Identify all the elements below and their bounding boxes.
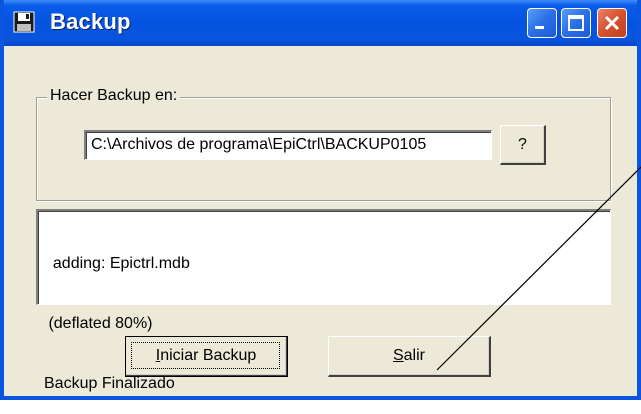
log-line: (deflated 80%) <box>44 315 153 332</box>
log-line: Backup Finalizado <box>44 375 175 392</box>
maximize-icon <box>568 15 584 31</box>
exit-mnemonic: S <box>392 347 404 364</box>
browse-button[interactable]: ? <box>500 125 546 165</box>
group-legend: Hacer Backup en: <box>47 87 181 105</box>
title-bar[interactable]: Backup <box>4 0 637 46</box>
backup-path-field[interactable]: C:\Archivos de programa\EpiCtrl\BACKUP01… <box>84 130 492 160</box>
minimize-icon <box>535 26 544 29</box>
exit-label: alir <box>403 347 425 364</box>
log-line: adding: Epictrl.mdb <box>44 255 190 272</box>
maximize-button[interactable] <box>561 8 591 38</box>
start-backup-button[interactable]: Iniciar Backup <box>125 336 288 377</box>
window-title: Backup <box>50 9 131 34</box>
close-button[interactable] <box>597 8 627 38</box>
exit-button[interactable]: Salir <box>328 336 491 377</box>
floppy-disk-icon <box>13 11 35 33</box>
focus-rectangle <box>131 342 280 369</box>
minimize-button[interactable] <box>527 8 557 38</box>
close-icon <box>604 15 620 31</box>
log-output[interactable]: adding: Epictrl.mdb (deflated 80%) Backu… <box>36 209 611 392</box>
